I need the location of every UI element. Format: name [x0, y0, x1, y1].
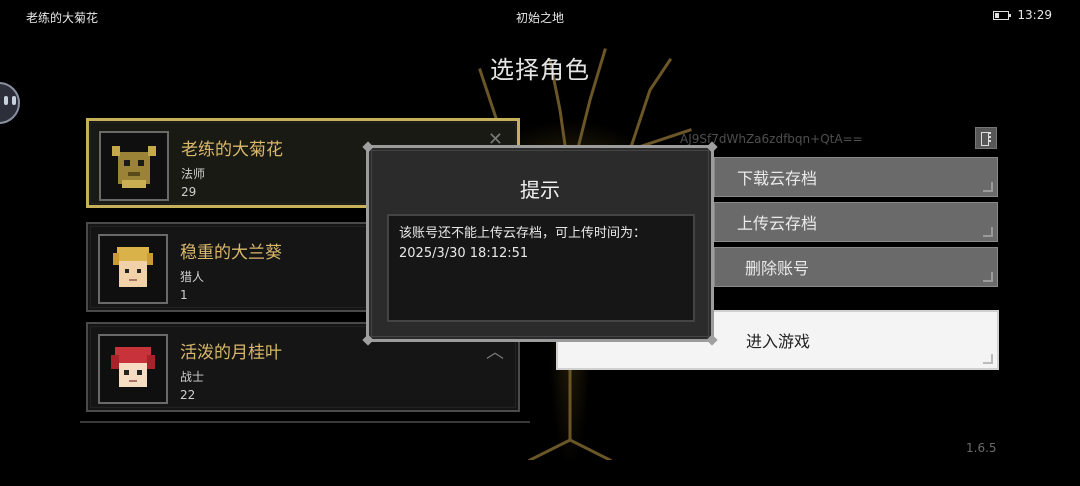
- assistant-face-icon: [4, 96, 18, 110]
- character-level: 22: [180, 388, 196, 402]
- character-class: 法师: [181, 167, 206, 181]
- character-level: 29: [181, 185, 197, 199]
- upload-cloud-save-button[interactable]: 上传云存档: [714, 202, 998, 242]
- status-time: 13:29: [1017, 8, 1052, 22]
- floating-assistant-button[interactable]: [0, 82, 20, 124]
- blonde-hunter-icon: [113, 247, 153, 287]
- character-class: 猎人: [180, 270, 205, 284]
- dialog-message-line2: 2025/3/30 18:12:51: [399, 246, 529, 261]
- battery-low-icon: [993, 10, 1012, 20]
- status-right: 13:29: [993, 8, 1052, 22]
- status-left-text: 老练的大菊花: [26, 11, 99, 25]
- character-portrait: [98, 334, 168, 404]
- status-bar: 老练的大菊花 初始之地 13:29: [0, 0, 1080, 32]
- delete-account-button[interactable]: 删除账号: [714, 247, 998, 287]
- red-haired-warrior-icon: [111, 347, 155, 387]
- dialog-message-line1: 该账号还不能上传云存档，可上传时间为：: [399, 226, 647, 241]
- account-id: AJ9Sf7dWhZa6zdfbqn+QtA==: [680, 132, 863, 146]
- version-label: 1.6.5: [966, 441, 997, 455]
- character-class: 战士: [180, 370, 205, 384]
- download-cloud-save-button[interactable]: 下载云存档: [714, 157, 998, 197]
- character-name: 老练的大菊花: [181, 140, 283, 160]
- copy-account-icon[interactable]: [975, 127, 997, 149]
- page-title: 选择角色: [490, 56, 590, 84]
- character-portrait: [99, 131, 169, 201]
- character-portrait: [98, 234, 168, 304]
- notice-dialog: 提示 该账号还不能上传云存档，可上传时间为： 2025/3/30 18:12:5…: [362, 141, 718, 346]
- dialog-message: 该账号还不能上传云存档，可上传时间为： 2025/3/30 18:12:51: [387, 214, 695, 322]
- character-name: 活泼的月桂叶: [180, 343, 282, 363]
- character-name: 稳重的大兰葵: [180, 243, 282, 263]
- character-level: 1: [180, 288, 188, 302]
- status-center-text: 初始之地: [516, 11, 565, 25]
- golden-horned-mask-icon: [112, 146, 156, 188]
- dialog-title: 提示: [520, 178, 560, 202]
